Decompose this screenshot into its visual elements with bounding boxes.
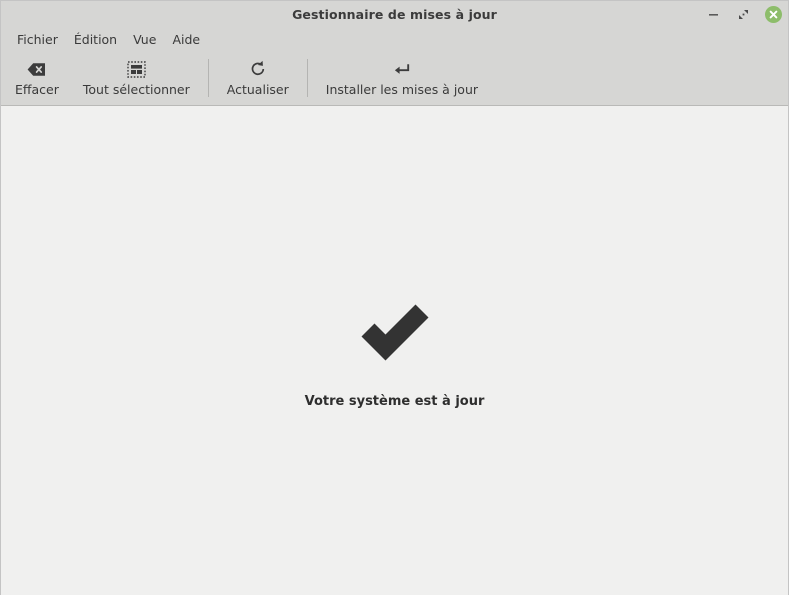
clear-button-label: Effacer — [15, 82, 59, 97]
maximize-button[interactable] — [735, 6, 752, 23]
update-manager-window: Gestionnaire de mises à jour — [0, 0, 789, 595]
window-title: Gestionnaire de mises à jour — [292, 7, 497, 22]
select-all-button-label: Tout sélectionner — [83, 82, 190, 97]
install-updates-button-label: Installer les mises à jour — [326, 82, 478, 97]
clear-button[interactable]: Effacer — [3, 55, 71, 102]
menu-item-label: Vue — [133, 32, 156, 47]
select-all-button[interactable]: Tout sélectionner — [71, 55, 202, 102]
menu-item-label: Fichier — [17, 32, 58, 47]
select-all-icon — [127, 60, 146, 79]
menu-item-vue[interactable]: Vue — [125, 30, 164, 49]
toolbar: Effacer Tout sélectionner — [1, 51, 788, 106]
status-message: Votre système est à jour — [305, 394, 485, 409]
minimize-button[interactable] — [705, 6, 722, 23]
close-icon — [768, 9, 779, 20]
checkmark-icon — [360, 298, 430, 362]
minimize-icon — [707, 8, 720, 21]
close-button[interactable] — [765, 6, 782, 23]
menu-item-fichier[interactable]: Fichier — [9, 30, 66, 49]
menu-item-label: Aide — [172, 32, 200, 47]
menu-item-label: Édition — [74, 32, 117, 47]
install-updates-button[interactable]: Installer les mises à jour — [314, 55, 490, 102]
toolbar-separator — [307, 59, 308, 97]
menu-item-edition[interactable]: Édition — [66, 30, 125, 49]
window-controls — [705, 1, 782, 27]
refresh-icon — [249, 60, 267, 79]
menu-item-aide[interactable]: Aide — [164, 30, 208, 49]
refresh-button-label: Actualiser — [227, 82, 289, 97]
menubar: Fichier Édition Vue Aide — [1, 27, 788, 51]
install-enter-arrow-icon — [393, 60, 411, 79]
titlebar: Gestionnaire de mises à jour — [1, 1, 788, 27]
toolbar-separator — [208, 59, 209, 97]
content-area: Votre système est à jour — [1, 106, 788, 595]
up-to-date-status: Votre système est à jour — [1, 298, 788, 409]
maximize-icon — [737, 8, 750, 21]
refresh-button[interactable]: Actualiser — [215, 55, 301, 102]
erase-backspace-icon — [27, 60, 46, 79]
